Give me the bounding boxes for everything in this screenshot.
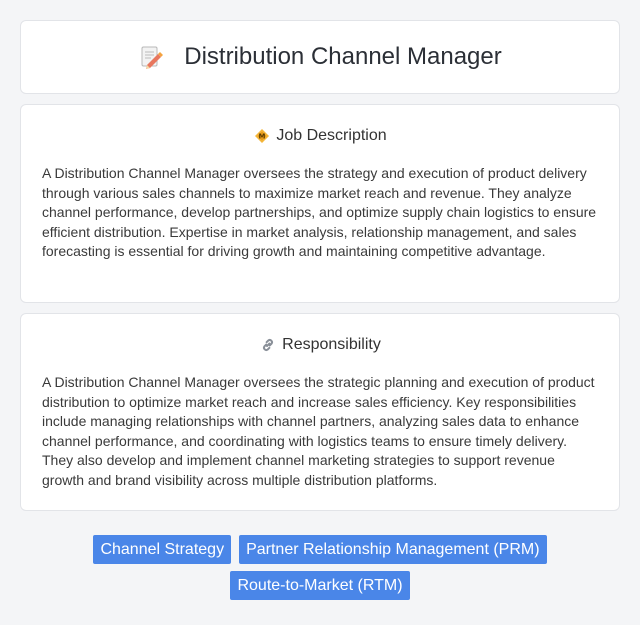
tag-rtm[interactable]: Route-to-Market (RTM)	[230, 571, 410, 600]
link-icon	[259, 336, 277, 354]
responsibility-text: A Distribution Channel Manager oversees …	[42, 374, 595, 488]
job-description-text: A Distribution Channel Manager oversees …	[42, 165, 597, 259]
job-description-card: M Job Description A Distribution Channel…	[20, 104, 620, 303]
page-title: Distribution Channel Manager	[184, 43, 502, 70]
skill-tags: Channel Strategy Partner Relationship Ma…	[20, 535, 620, 600]
title-card: Distribution Channel Manager	[20, 20, 620, 94]
tag-channel-strategy[interactable]: Channel Strategy	[93, 535, 232, 564]
svg-text:M: M	[259, 133, 266, 141]
responsibility-header: Responsibility	[42, 335, 598, 355]
memo-pencil-icon	[138, 44, 164, 70]
job-description-title: Job Description	[276, 127, 387, 144]
job-description-header: M Job Description	[42, 126, 598, 146]
diamond-badge-icon: M	[253, 127, 271, 145]
responsibility-card: Responsibility A Distribution Channel Ma…	[20, 313, 620, 511]
tag-prm[interactable]: Partner Relationship Management (PRM)	[239, 535, 547, 564]
responsibility-title: Responsibility	[282, 336, 381, 353]
